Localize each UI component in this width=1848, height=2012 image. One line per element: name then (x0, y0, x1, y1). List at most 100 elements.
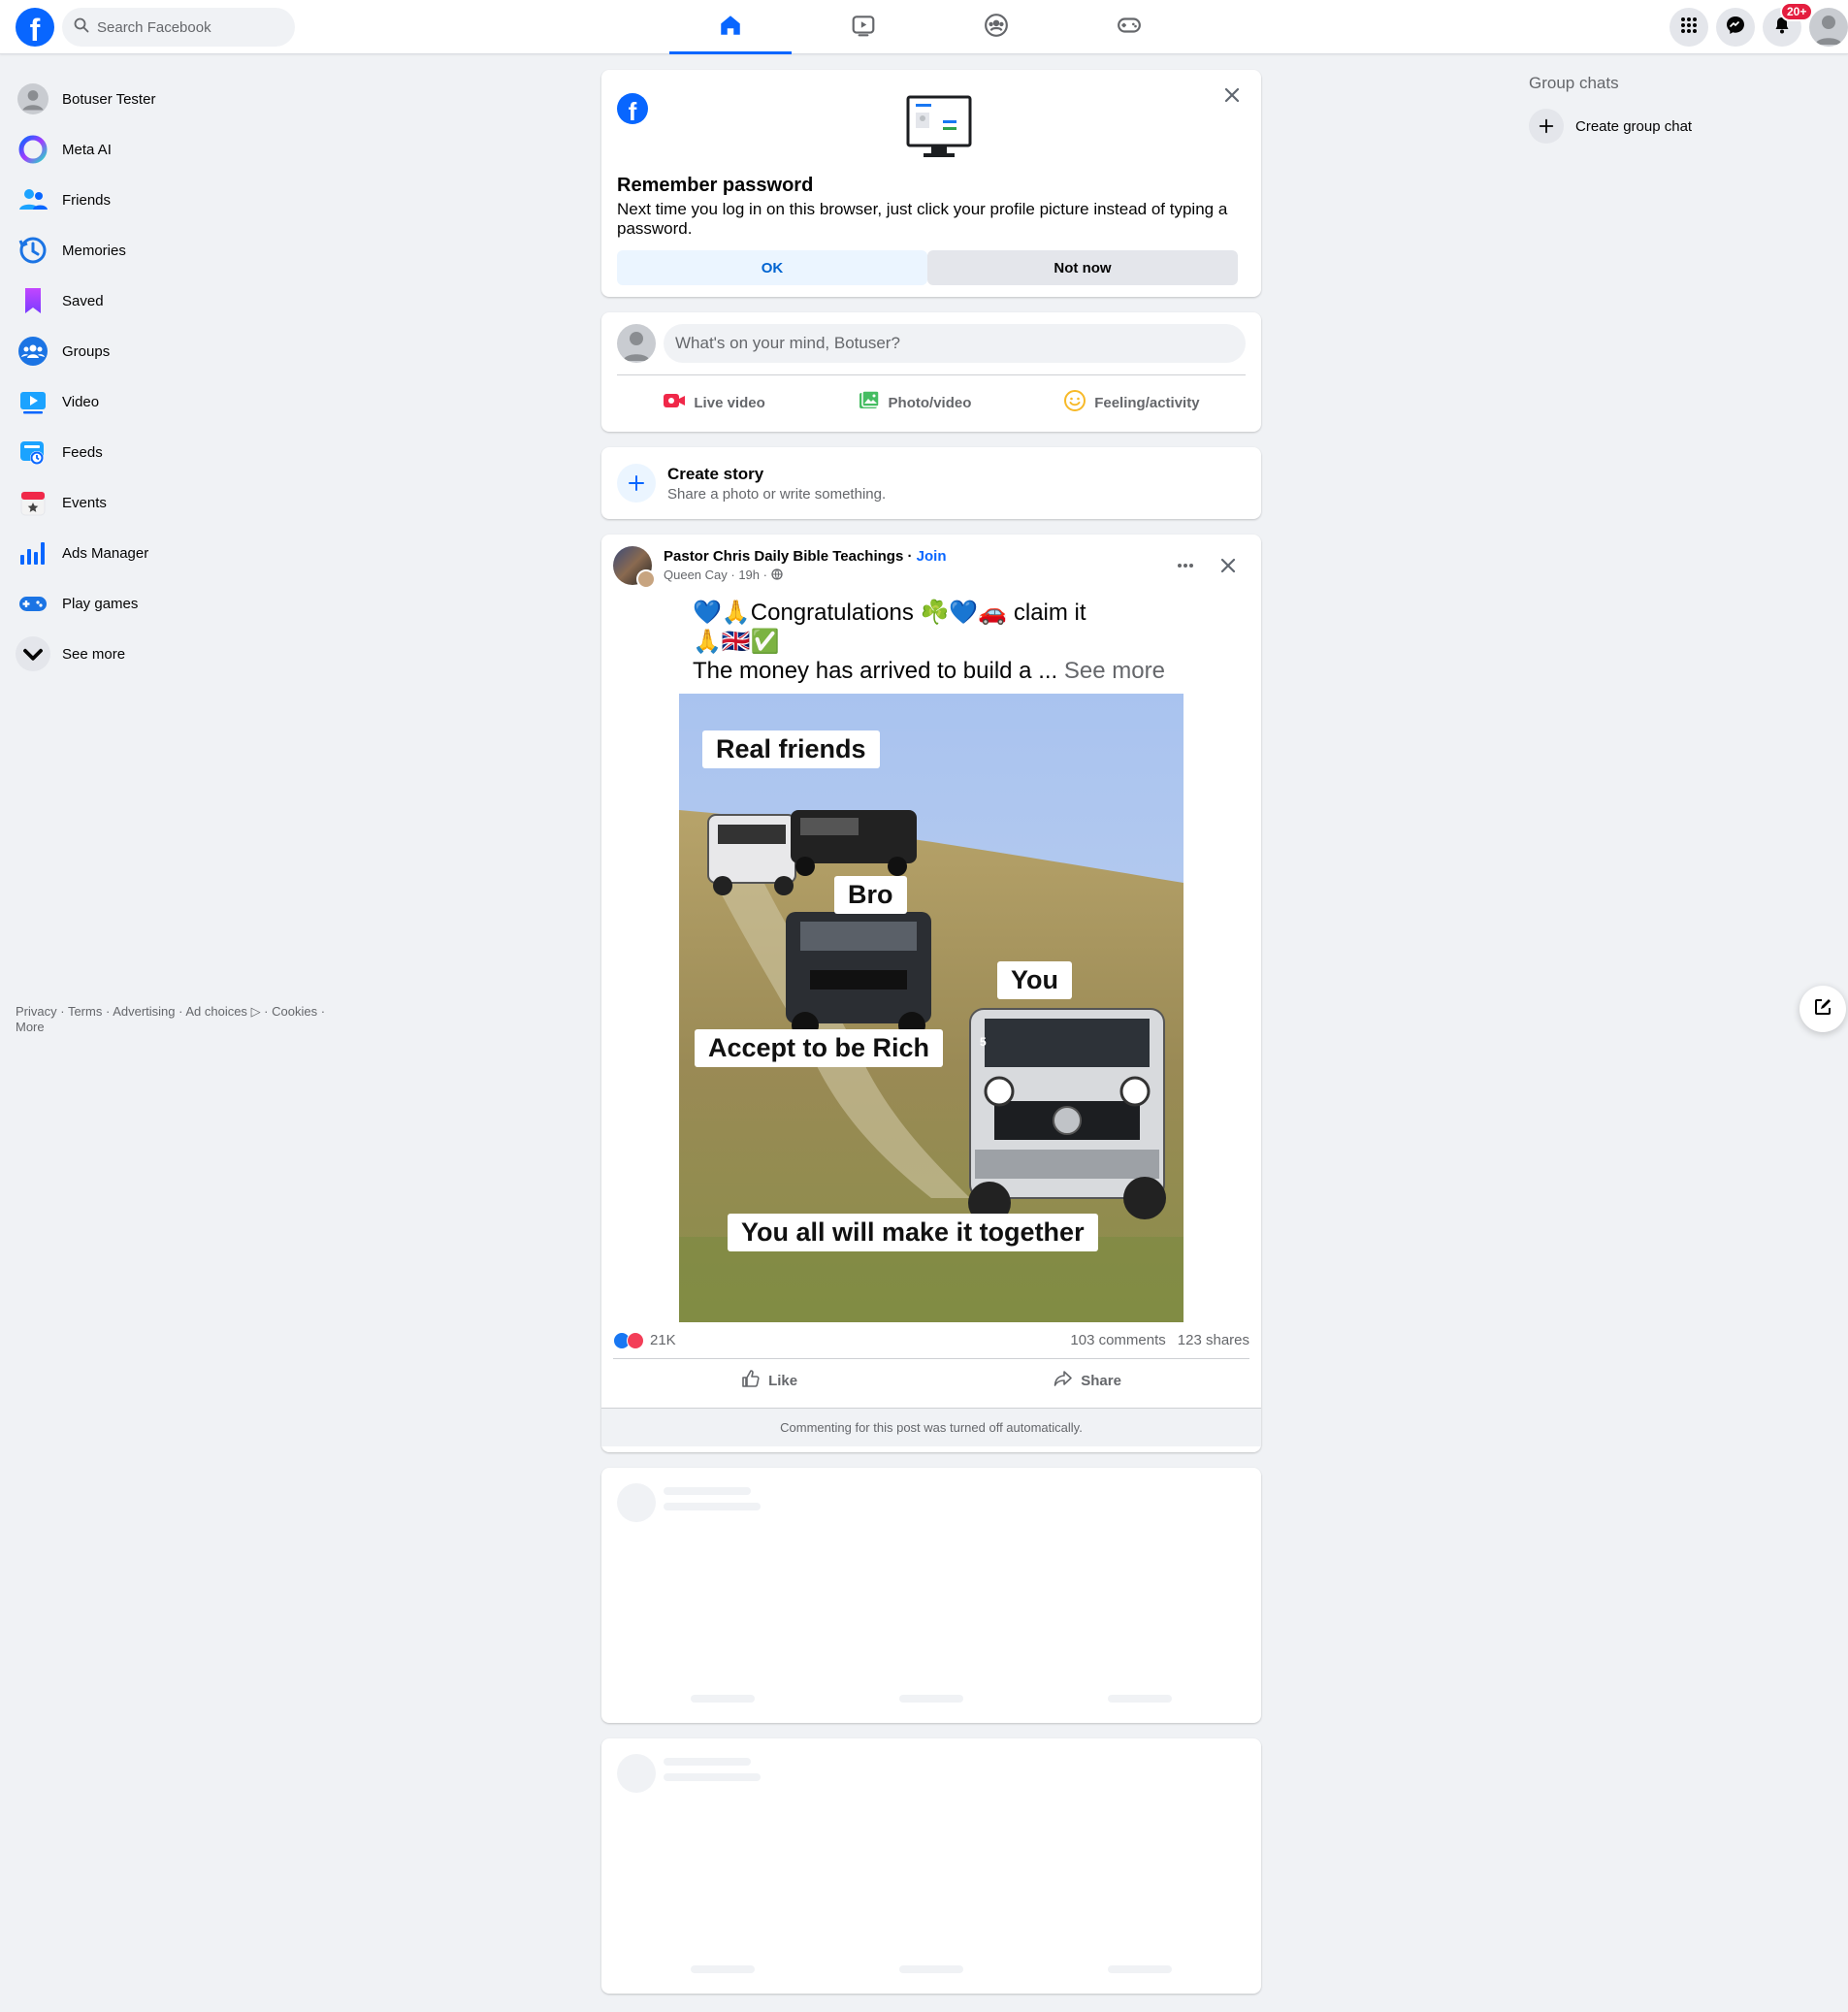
create-story-title: Create story (667, 465, 764, 483)
account-avatar-button[interactable] (1809, 8, 1848, 47)
sidebar-item-memories[interactable]: Memories (8, 225, 328, 276)
cookies-link[interactable]: Cookies (272, 1004, 317, 1019)
post-options-button[interactable] (1168, 550, 1203, 585)
smiley-icon (1063, 389, 1094, 416)
remember-password-body: Next time you log in on this browser, ju… (617, 200, 1228, 238)
sidebar-item-profile[interactable]: Botuser Tester (8, 74, 328, 124)
sidebar-item-label: Botuser Tester (62, 90, 156, 108)
groups-tab-icon (984, 13, 1009, 43)
sidebar-item-play-games[interactable]: Play games (8, 578, 328, 629)
live-video-button[interactable]: Live video (663, 383, 765, 422)
share-button[interactable]: Share (1054, 1361, 1121, 1400)
create-story-card[interactable]: Create story Share a photo or write some… (601, 447, 1261, 519)
post-header: Pastor Chris Daily Bible Teachings · Joi… (613, 546, 1249, 589)
search-box[interactable] (62, 8, 295, 47)
notification-badge: 20+ (1780, 2, 1814, 21)
left-sidebar: Botuser Tester Meta AI Friends Memories … (8, 74, 328, 679)
whats-on-your-mind-input[interactable]: What's on your mind, Botuser? (664, 324, 1246, 363)
join-link[interactable]: Join (917, 548, 947, 565)
meme-label-real-friends: Real friends (702, 730, 880, 768)
create-group-chat-button[interactable]: Create group chat (1521, 107, 1832, 146)
menu-button[interactable] (1670, 8, 1708, 47)
notifications-button[interactable]: 20+ (1763, 2, 1814, 47)
loading-post-placeholder (601, 1468, 1261, 1723)
post-author: Pastor Chris Daily Bible Teachings · Joi… (664, 548, 947, 565)
sidebar-item-label: Feeds (62, 443, 103, 461)
tab-groups[interactable] (935, 0, 1057, 54)
top-navbar: f Search Facebook 20+ (0, 0, 1848, 54)
close-button[interactable] (1215, 80, 1249, 114)
ok-button[interactable]: OK (617, 250, 927, 285)
skeleton-action (691, 1695, 755, 1703)
ad-choices-link[interactable]: Ad choices (185, 1004, 247, 1019)
tab-video[interactable] (802, 0, 924, 54)
see-more-link[interactable]: See more (1064, 658, 1165, 684)
monitor-illustration-icon (906, 95, 972, 159)
video-icon (16, 384, 50, 419)
ads-manager-icon (16, 535, 50, 570)
live-video-icon (663, 389, 694, 416)
photo-video-button[interactable]: Photo/video (858, 383, 972, 422)
home-icon (718, 13, 743, 43)
comments-count[interactable]: 103 comments (1070, 1332, 1165, 1348)
skeleton-action (691, 1965, 755, 1973)
feeling-activity-button[interactable]: Feeling/activity (1063, 383, 1200, 422)
tab-gaming[interactable] (1068, 0, 1190, 54)
page-name-link[interactable]: Pastor Chris Daily Bible Teachings (664, 548, 903, 565)
sidebar-item-friends[interactable]: Friends (8, 175, 328, 225)
post-text-line: 💙🙏Congratulations ☘️💙🚗 claim it (693, 600, 1086, 626)
sidebar-item-feeds[interactable]: Feeds (8, 427, 328, 477)
photo-video-label: Photo/video (888, 394, 972, 411)
sidebar-item-label: Play games (62, 595, 139, 612)
post-meta: Queen Cay · 19h · (664, 568, 783, 582)
sidebar-item-video[interactable]: Video (8, 376, 328, 427)
shares-count[interactable]: 123 shares (1178, 1332, 1249, 1348)
right-sidebar: Group chats Create group chat (1521, 74, 1832, 146)
composer-avatar[interactable] (617, 324, 656, 363)
author-avatar[interactable] (636, 569, 656, 589)
footer-links: Privacy · Terms · Advertising · Ad choic… (16, 1004, 326, 1034)
sidebar-item-ads-manager[interactable]: Ads Manager (8, 528, 328, 578)
sidebar-item-meta-ai[interactable]: Meta AI (8, 124, 328, 175)
more-link[interactable]: More (16, 1020, 45, 1034)
search-input[interactable] (97, 18, 281, 36)
facebook-logo[interactable]: f (16, 8, 54, 47)
messenger-button[interactable] (1716, 8, 1755, 47)
car-silver-front (968, 1008, 1166, 1224)
new-message-button[interactable] (1799, 986, 1846, 1032)
post-text-line: 🙏🇬🇧✅ (693, 629, 780, 655)
grid-menu-icon (1679, 16, 1699, 40)
meme-label-accept: Accept to be Rich (695, 1029, 944, 1067)
like-button[interactable]: Like (741, 1361, 797, 1400)
post-image[interactable]: Real friends Bro You Accept to be Rich Y… (679, 694, 1183, 1322)
sidebar-item-groups[interactable]: Groups (8, 326, 328, 376)
privacy-link[interactable]: Privacy (16, 1004, 57, 1019)
not-now-button[interactable]: Not now (927, 250, 1238, 285)
skeleton-line (664, 1773, 761, 1781)
sidebar-item-events[interactable]: Events (8, 477, 328, 528)
car-dark-middle (786, 912, 931, 1039)
sidebar-item-saved[interactable]: Saved (8, 276, 328, 326)
post-stats: 21K 103 comments 123 shares (613, 1322, 1249, 1359)
tab-home[interactable] (669, 0, 792, 54)
account-avatar-icon (1809, 16, 1848, 47)
news-feed: f Remember password Next time you log in… (601, 70, 1261, 2009)
feeling-activity-label: Feeling/activity (1094, 394, 1200, 411)
reactions-count[interactable]: 21K (650, 1332, 676, 1348)
hide-post-button[interactable] (1211, 550, 1246, 585)
sidebar-item-label: Friends (62, 191, 112, 209)
meta-ai-icon (16, 132, 50, 167)
terms-link[interactable]: Terms (68, 1004, 102, 1019)
feeds-icon (16, 435, 50, 470)
share-arrow-icon (1054, 1369, 1081, 1392)
love-reaction-icon (627, 1331, 644, 1349)
video-tab-icon (851, 13, 876, 43)
sidebar-item-label: Meta AI (62, 141, 112, 158)
sidebar-item-see-more[interactable]: See more (8, 629, 328, 679)
groups-icon (16, 334, 50, 369)
advertising-link[interactable]: Advertising (113, 1004, 175, 1019)
plus-icon (1529, 109, 1564, 144)
sidebar-item-label: Video (62, 393, 100, 410)
reactions-summary[interactable] (613, 1331, 644, 1349)
ad-choices-icon: ▷ (250, 1004, 261, 1019)
